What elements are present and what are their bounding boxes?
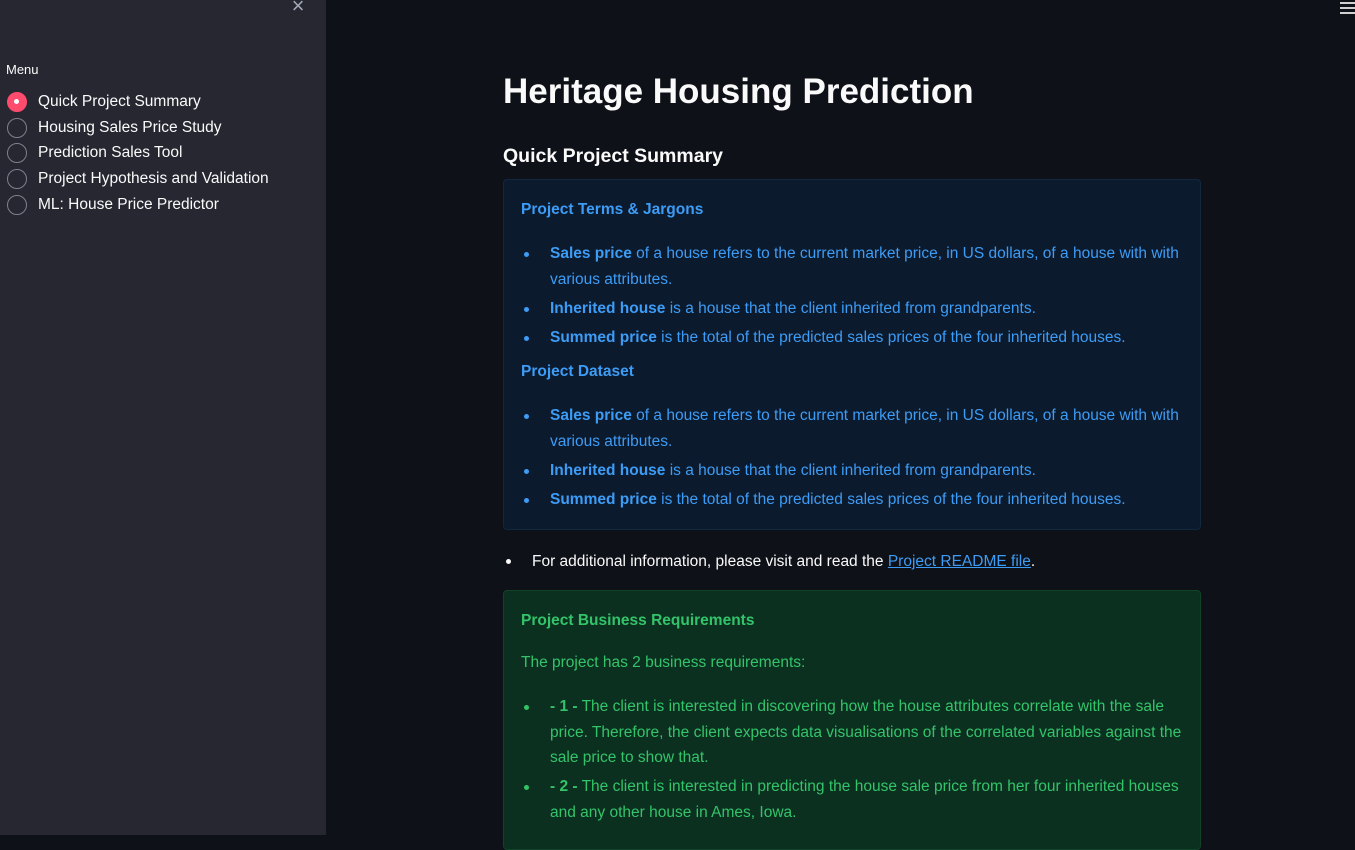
readme-suffix: .	[1030, 553, 1036, 570]
radio-option-label: Project Hypothesis and Validation	[38, 169, 269, 187]
radio-option-project-hypothesis[interactable]: Project Hypothesis and Validation	[7, 166, 269, 192]
close-sidebar-icon[interactable]: ×	[288, 0, 308, 17]
requirements-list: - 1 - The client is interested in discov…	[521, 694, 1183, 825]
info-box: Project Terms & Jargons Sales price of a…	[503, 179, 1201, 530]
radio-unselected-icon[interactable]	[7, 143, 27, 164]
list-item: Inherited house is a house that the clie…	[521, 296, 1183, 322]
section-title: Quick Project Summary	[503, 145, 724, 167]
page-title: Heritage Housing Prediction	[503, 72, 974, 111]
readme-text: For additional information, please visit…	[532, 553, 888, 570]
list-item: Inherited house is a house that the clie…	[521, 458, 1183, 484]
hamburger-icon[interactable]	[1340, 2, 1355, 16]
radio-option-housing-sales-price-study[interactable]: Housing Sales Price Study	[7, 115, 269, 141]
radio-unselected-icon[interactable]	[7, 168, 27, 189]
radio-option-ml-house-price-predictor[interactable]: ML: House Price Predictor	[7, 192, 269, 218]
radio-option-label: Housing Sales Price Study	[38, 118, 222, 136]
radio-option-label: ML: House Price Predictor	[38, 195, 219, 213]
readme-link[interactable]: Project README file	[888, 553, 1031, 570]
radio-selected-icon[interactable]	[7, 91, 27, 112]
sidebar: × Menu Quick Project Summary Housing Sal…	[0, 0, 326, 835]
menu-label: Menu	[6, 62, 39, 77]
radio-unselected-icon[interactable]	[7, 117, 27, 138]
list-item: - 2 - The client is interested in predic…	[521, 774, 1183, 825]
page-radio-group: Quick Project Summary Housing Sales Pric…	[7, 89, 269, 217]
list-item: Summed price is the total of the predict…	[521, 325, 1183, 351]
list-item: - 1 - The client is interested in discov…	[521, 694, 1183, 771]
radio-option-quick-project-summary[interactable]: Quick Project Summary	[7, 89, 269, 115]
radio-option-label: Quick Project Summary	[38, 92, 201, 110]
list-item: Summed price is the total of the predict…	[521, 487, 1183, 513]
business-requirements-box: Project Business Requirements The projec…	[503, 590, 1201, 850]
list-item: Sales price of a house refers to the cur…	[521, 241, 1183, 292]
dataset-list: Sales price of a house refers to the cur…	[521, 403, 1183, 512]
list-item: Sales price of a house refers to the cur…	[521, 403, 1183, 454]
readme-bullet: For additional information, please visit…	[503, 549, 1035, 574]
terms-heading: Project Terms & Jargons	[521, 201, 704, 218]
radio-option-prediction-sales-tool[interactable]: Prediction Sales Tool	[7, 140, 269, 166]
terms-list: Sales price of a house refers to the cur…	[521, 241, 1183, 350]
dataset-heading: Project Dataset	[521, 363, 634, 380]
radio-option-label: Prediction Sales Tool	[38, 144, 183, 162]
radio-unselected-icon[interactable]	[7, 194, 27, 215]
business-intro: The project has 2 business requirements:	[521, 654, 806, 671]
business-heading: Project Business Requirements	[521, 612, 755, 629]
